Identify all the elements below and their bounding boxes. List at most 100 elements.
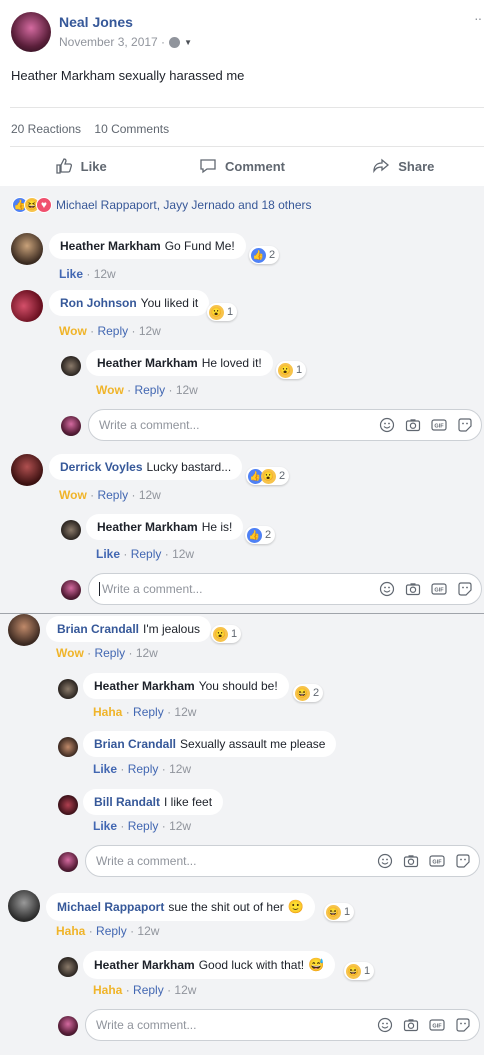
camera-icon[interactable] bbox=[405, 581, 421, 597]
avatar[interactable] bbox=[11, 454, 43, 486]
camera-icon[interactable] bbox=[403, 1017, 419, 1033]
commenter-name[interactable]: Brian Crandall bbox=[57, 622, 139, 636]
reaction-badge[interactable]: 😆 1 bbox=[344, 962, 375, 980]
comment-time[interactable]: · 12w bbox=[132, 488, 161, 502]
reply-link[interactable]: Reply bbox=[133, 983, 164, 997]
reply-link[interactable]: Reply bbox=[97, 324, 128, 338]
reply-link[interactable]: Reply bbox=[128, 819, 159, 833]
reply-link[interactable]: Reply bbox=[97, 488, 128, 502]
sticker-icon[interactable] bbox=[457, 417, 473, 433]
reaction-badge[interactable]: 👍 2 bbox=[249, 246, 280, 264]
wow-link[interactable]: Wow bbox=[96, 383, 124, 397]
author-avatar[interactable] bbox=[11, 12, 51, 52]
reply-link[interactable]: Reply bbox=[131, 547, 162, 561]
reaction-count[interactable]: 20 Reactions bbox=[11, 122, 81, 136]
reaction-count: 1 bbox=[227, 306, 234, 318]
avatar[interactable] bbox=[58, 795, 78, 815]
svg-text:GIF: GIF bbox=[432, 1024, 442, 1030]
commenter-name[interactable]: Heather Markham bbox=[97, 356, 198, 370]
chevron-down-icon[interactable]: ▼ bbox=[184, 38, 192, 47]
reactors-summary[interactable]: 👍 😆 ♥ Michael Rappaport, Jayy Jernado an… bbox=[12, 197, 312, 213]
reply-link[interactable]: Reply bbox=[134, 383, 165, 397]
commenter-name[interactable]: Heather Markham bbox=[94, 958, 195, 972]
comment-time[interactable]: · 12w bbox=[162, 819, 191, 833]
comment-time[interactable]: · 12w bbox=[130, 924, 159, 938]
like-link[interactable]: Like bbox=[93, 762, 117, 776]
reaction-badge[interactable]: 😆 2 bbox=[293, 684, 324, 702]
emoji-icon[interactable] bbox=[377, 1017, 393, 1033]
reaction-badge[interactable]: 😆 1 bbox=[324, 903, 355, 921]
globe-icon bbox=[169, 36, 181, 48]
reply-link[interactable]: Reply bbox=[128, 762, 159, 776]
like-link[interactable]: Like bbox=[93, 819, 117, 833]
comment-time[interactable]: · 12w bbox=[165, 547, 194, 561]
like-link[interactable]: Like bbox=[59, 267, 83, 281]
reaction-badge[interactable]: 😮 1 bbox=[211, 625, 242, 643]
comment-input[interactable]: Write a comment... GIF bbox=[85, 845, 480, 877]
wow-link[interactable]: Wow bbox=[56, 646, 84, 660]
commenter-name[interactable]: Heather Markham bbox=[97, 520, 198, 534]
reaction-badge[interactable]: 😮 1 bbox=[207, 303, 238, 321]
haha-link[interactable]: Haha bbox=[93, 983, 122, 997]
avatar[interactable] bbox=[8, 890, 40, 922]
avatar[interactable] bbox=[11, 290, 43, 322]
sticker-icon[interactable] bbox=[455, 1017, 471, 1033]
sticker-icon[interactable] bbox=[455, 853, 471, 869]
commenter-name[interactable]: Heather Markham bbox=[60, 239, 161, 253]
comment-bubble: Heather Markham Go Fund Me! bbox=[49, 233, 246, 259]
sticker-icon[interactable] bbox=[457, 581, 473, 597]
comment-input[interactable]: Write a comment... GIF bbox=[85, 1009, 480, 1041]
post-author-name[interactable]: Neal Jones bbox=[59, 14, 133, 30]
svg-text:GIF: GIF bbox=[432, 860, 442, 866]
avatar[interactable] bbox=[58, 679, 78, 699]
wow-link[interactable]: Wow bbox=[59, 324, 87, 338]
comment-time[interactable]: · 12w bbox=[169, 383, 198, 397]
comment-time[interactable]: · 12w bbox=[162, 762, 191, 776]
avatar[interactable] bbox=[8, 614, 40, 646]
reply-link[interactable]: Reply bbox=[133, 705, 164, 719]
reply-link[interactable]: Reply bbox=[94, 646, 125, 660]
svg-text:GIF: GIF bbox=[434, 424, 444, 430]
reaction-badge[interactable]: 😮 1 bbox=[276, 361, 307, 379]
haha-link[interactable]: Haha bbox=[56, 924, 85, 938]
comment-input[interactable]: Write a comment... GIF bbox=[88, 409, 482, 441]
gif-icon[interactable]: GIF bbox=[431, 417, 447, 433]
comment-button[interactable]: Comment bbox=[161, 157, 322, 175]
wow-link[interactable]: Wow bbox=[59, 488, 87, 502]
avatar[interactable] bbox=[11, 233, 43, 265]
emoji-icon[interactable] bbox=[379, 417, 395, 433]
share-button[interactable]: Share bbox=[323, 157, 484, 175]
comment-time[interactable]: · 12w bbox=[167, 983, 196, 997]
commenter-name[interactable]: Derrick Voyles bbox=[60, 460, 143, 474]
avatar[interactable] bbox=[58, 737, 78, 757]
haha-link[interactable]: Haha bbox=[93, 705, 122, 719]
avatar[interactable] bbox=[61, 356, 81, 376]
commenter-name[interactable]: Ron Johnson bbox=[60, 296, 137, 310]
camera-icon[interactable] bbox=[405, 417, 421, 433]
post-date[interactable]: November 3, 2017 · bbox=[59, 35, 165, 49]
gif-icon[interactable]: GIF bbox=[429, 853, 445, 869]
comment-time[interactable]: · 12w bbox=[129, 646, 158, 660]
camera-icon[interactable] bbox=[403, 853, 419, 869]
avatar[interactable] bbox=[58, 957, 78, 977]
commenter-name[interactable]: Heather Markham bbox=[94, 679, 195, 693]
reaction-badge[interactable]: 👍 2 bbox=[245, 526, 276, 544]
emoji-icon[interactable] bbox=[377, 853, 393, 869]
commenter-name[interactable]: Michael Rappaport bbox=[57, 900, 164, 914]
comment-input[interactable]: Write a comment... GIF bbox=[88, 573, 482, 605]
commenter-name[interactable]: Bill Randalt bbox=[94, 795, 160, 809]
comment-time[interactable]: · 12w bbox=[86, 267, 115, 281]
comment-time[interactable]: · 12w bbox=[132, 324, 161, 338]
avatar[interactable] bbox=[61, 520, 81, 540]
gif-icon[interactable]: GIF bbox=[431, 581, 447, 597]
gif-icon[interactable]: GIF bbox=[429, 1017, 445, 1033]
comment-time[interactable]: · 12w bbox=[167, 705, 196, 719]
like-link[interactable]: Like bbox=[96, 547, 120, 561]
commenter-name[interactable]: Brian Crandall bbox=[94, 737, 176, 751]
reaction-badge[interactable]: 👍 😮 2 bbox=[246, 467, 290, 485]
emoji-icon[interactable] bbox=[379, 581, 395, 597]
more-options-icon[interactable]: ·· bbox=[474, 10, 482, 26]
like-button[interactable]: Like bbox=[0, 157, 161, 175]
reply-link[interactable]: Reply bbox=[96, 924, 127, 938]
comment-count[interactable]: 10 Comments bbox=[94, 122, 169, 136]
